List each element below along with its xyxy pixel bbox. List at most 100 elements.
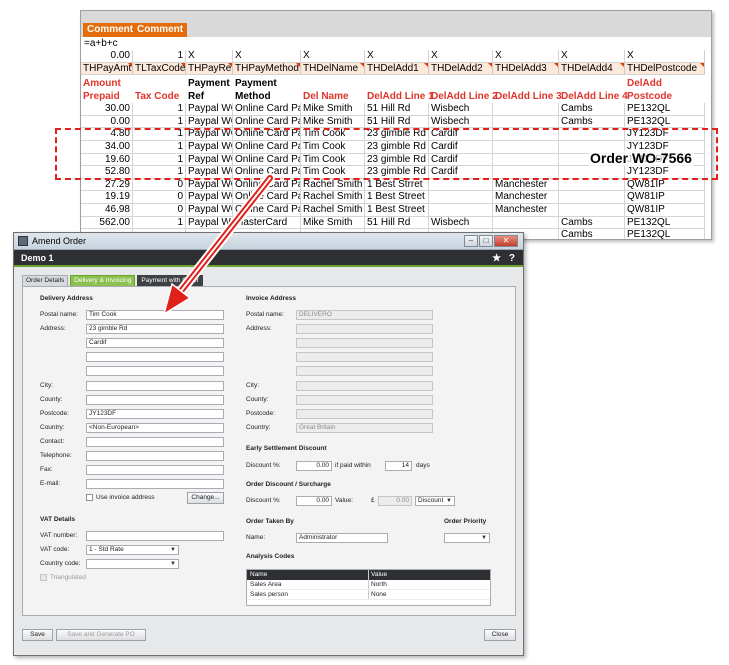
help-icon[interactable]: ? (509, 253, 515, 264)
postal-name-field[interactable]: Tim Cook (86, 310, 224, 320)
change-address-button[interactable]: Change... (187, 492, 224, 504)
cell[interactable]: 0.00 (81, 115, 133, 129)
contact-field[interactable] (86, 437, 224, 447)
cell[interactable]: Online Card Pay (233, 115, 301, 129)
table-row[interactable]: 30.001Paypal WOOnline Card PayMike Smith… (81, 103, 705, 116)
address-line-4-field[interactable] (86, 366, 224, 376)
county-field[interactable] (86, 395, 224, 405)
cell[interactable] (429, 204, 493, 217)
cell[interactable]: Paypal WO (186, 191, 233, 204)
comment-tag[interactable]: Comment (83, 23, 138, 37)
cell[interactable] (559, 191, 625, 204)
country-code-select[interactable]: ▼ (86, 559, 179, 569)
cell[interactable]: Cambs (559, 216, 625, 230)
cell[interactable] (559, 204, 625, 217)
table-row[interactable]: 562.001Paypal WOMasterCardMike Smith51 H… (81, 216, 705, 230)
cell[interactable] (429, 191, 493, 204)
cell[interactable]: 30.00 (81, 103, 133, 116)
cell[interactable]: THDelAdd2 (429, 62, 493, 76)
cell[interactable]: THPayRef (186, 62, 233, 76)
cell[interactable]: Mike Smith (301, 103, 365, 116)
cell[interactable]: Rachel Smith (301, 191, 365, 204)
cell[interactable]: THDelName (301, 62, 365, 76)
table-row[interactable]: 0.001Paypal WOOnline Card PayMike Smith5… (81, 115, 705, 129)
cell[interactable]: 51 Hill Rd (365, 103, 429, 116)
cell[interactable]: Paypal WO (186, 204, 233, 217)
cell[interactable]: THPayMethod (233, 62, 301, 76)
cell[interactable]: 562.00 (81, 216, 133, 230)
taken-by-name-field[interactable]: Administrator (296, 533, 388, 543)
invoice-address-line-2-field[interactable] (296, 338, 433, 348)
invoice-postcode-field[interactable] (296, 409, 433, 419)
cell[interactable]: 27.29 (81, 178, 133, 192)
cell[interactable] (429, 178, 493, 192)
cell[interactable]: 51 Hill Rd (365, 115, 429, 129)
cell[interactable]: Cambs (559, 103, 625, 116)
cell[interactable]: 1 (133, 115, 186, 129)
cell[interactable]: X (559, 50, 625, 63)
cell[interactable]: Wisbech (429, 115, 493, 129)
minimize-icon[interactable]: – (464, 235, 478, 247)
cell[interactable]: QW81IP (625, 178, 705, 192)
invoice-address-line-3-field[interactable] (296, 352, 433, 362)
cell[interactable]: X (301, 50, 365, 63)
cell[interactable]: Rachel Smith (301, 204, 365, 217)
cell[interactable]: Online Card Pay (233, 204, 301, 217)
vat-number-field[interactable] (86, 531, 224, 541)
discount-type-select[interactable]: Discount ▼ (415, 496, 455, 506)
city-field[interactable] (86, 381, 224, 391)
star-icon[interactable]: ★ (492, 253, 501, 264)
address-line-2-field[interactable]: Cardif (86, 338, 224, 348)
cell[interactable]: Mike Smith (301, 115, 365, 129)
country-field[interactable]: <Non-European> (86, 423, 224, 433)
postcode-field[interactable]: JY123DF (86, 409, 224, 419)
telephone-field[interactable] (86, 451, 224, 461)
cell[interactable]: PE132QL (625, 103, 705, 116)
cell[interactable]: 1 Best Street (365, 191, 429, 204)
cell[interactable]: MasterCard (233, 216, 301, 230)
save-and-generate-po-button[interactable]: Save and Generate PO (56, 629, 146, 641)
cell[interactable]: TLTaxCode (133, 62, 186, 76)
invoice-address-line-4-field[interactable] (296, 366, 433, 376)
table-row[interactable]: Sales Area North (247, 580, 490, 590)
email-field[interactable] (86, 479, 224, 489)
cell[interactable]: X (365, 50, 429, 63)
table-row[interactable]: 46.980Paypal WOOnline Card PayRachel Smi… (81, 204, 705, 217)
analysis-value-cell[interactable]: North (371, 580, 387, 590)
cell[interactable]: Wisbech (429, 103, 493, 116)
invoice-city-field[interactable] (296, 381, 433, 391)
cell[interactable]: QW81IP (625, 204, 705, 217)
cell[interactable]: Cambs (559, 229, 625, 239)
close-icon[interactable]: ✕ (494, 235, 518, 247)
save-button[interactable]: Save (22, 629, 53, 641)
cell[interactable]: 0 (133, 204, 186, 217)
cell[interactable]: QW81IP (625, 191, 705, 204)
cell[interactable]: PE132QL (625, 115, 705, 129)
address-line-3-field[interactable] (86, 352, 224, 362)
tab-payment-with-order[interactable]: Payment with Order (137, 275, 203, 286)
field-name-row[interactable]: THPayAmt TLTaxCode THPayRef THPayMethod THDe… (81, 62, 705, 76)
cell[interactable]: 19.19 (81, 191, 133, 204)
cell[interactable]: THDelAdd1 (365, 62, 429, 76)
invoice-country-field[interactable]: Great Britain (296, 423, 433, 433)
cell[interactable]: X (429, 50, 493, 63)
cell[interactable]: 1 (133, 103, 186, 116)
formula-bar[interactable]: =a+b+c (84, 38, 118, 49)
cell[interactable] (559, 178, 625, 192)
settlement-discount-field[interactable]: 0.00 (296, 461, 332, 471)
analysis-value-cell[interactable]: None (371, 590, 387, 600)
close-button[interactable]: Close (484, 629, 516, 641)
triangulated-checkbox[interactable] (40, 574, 47, 581)
table-row[interactable]: 27.290Paypal WOOnline Card PayRachel Smi… (81, 178, 705, 192)
comment-tag[interactable]: Comment (133, 23, 188, 37)
address-line-1-field[interactable]: 23 gimble Rd (86, 324, 224, 334)
invoice-address-line-1-field[interactable] (296, 324, 433, 334)
cell[interactable]: THDelPostcode (625, 62, 705, 76)
invoice-postal-name-field[interactable]: DELIVERO (296, 310, 433, 320)
cell[interactable]: 51 Hill Rd (365, 216, 429, 230)
cell[interactable]: Paypal WO (186, 178, 233, 192)
order-discount-field[interactable]: 0.00 (296, 496, 332, 506)
cell[interactable] (493, 216, 559, 230)
cell[interactable]: Online Card Pay (233, 103, 301, 116)
cell[interactable]: THDelAdd4 (559, 62, 625, 76)
